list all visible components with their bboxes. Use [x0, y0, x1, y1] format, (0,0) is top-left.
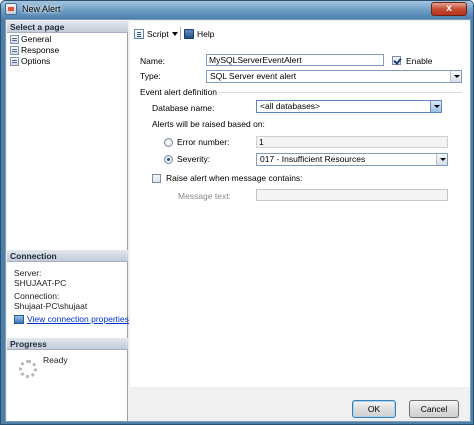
page-icon [10, 46, 19, 55]
server-value: SHUJAAT-PC [14, 278, 67, 288]
ok-button[interactable]: OK [352, 400, 396, 418]
connection-header: Connection [7, 250, 128, 262]
help-label: Help [197, 29, 215, 39]
page-item-response[interactable]: Response [9, 45, 59, 56]
toolbar-separator [180, 27, 181, 40]
severity-select[interactable]: 017 - Insufficient Resources [256, 153, 448, 166]
connection-properties-icon [14, 315, 24, 324]
progress-status: Ready [43, 355, 68, 365]
window-title: New Alert [22, 4, 61, 14]
enable-label: Enable [406, 56, 433, 66]
chevron-down-icon[interactable] [436, 154, 447, 165]
general-page: Script Help Name: MySQLServerEventAlert … [130, 21, 470, 387]
name-input[interactable]: MySQLServerEventAlert [206, 54, 384, 66]
chevron-down-icon [171, 32, 178, 36]
progress-header: Progress [7, 338, 128, 350]
type-select[interactable]: SQL Server event alert [206, 70, 462, 83]
help-icon [184, 29, 194, 39]
error-number-input[interactable]: 1 [256, 136, 448, 148]
severity-radio[interactable] [164, 155, 173, 164]
message-text-input[interactable] [256, 189, 448, 201]
name-label: Name: [140, 56, 166, 66]
page-icon [10, 35, 19, 44]
help-button[interactable]: Help [184, 28, 214, 40]
select-page-header: Select a page [7, 21, 128, 33]
connection-value: Shujaat-PC\shujaat [14, 301, 88, 311]
server-label: Server: [14, 268, 42, 278]
enable-checkbox[interactable] [392, 56, 401, 65]
chevron-down-icon[interactable] [430, 101, 441, 112]
database-name-select[interactable]: <all databases> [256, 100, 442, 113]
group-divider [218, 92, 462, 93]
page-item-general[interactable]: General [9, 34, 51, 45]
progress-spinner-icon [19, 360, 37, 378]
left-pane: Select a page General Response Options C… [7, 21, 129, 421]
view-connection-properties-label: View connection properties [27, 314, 129, 324]
raise-alert-checkbox[interactable] [152, 174, 161, 183]
dialog-client-area: Select a page General Response Options C… [5, 19, 471, 422]
severity-label: Severity: [177, 154, 211, 164]
title-bar[interactable]: New Alert x [1, 1, 473, 18]
type-label: Type: [140, 71, 161, 81]
alerts-raised-label: Alerts will be raised based on: [152, 119, 265, 129]
cancel-button[interactable]: Cancel [409, 400, 459, 418]
error-number-label: Error number: [177, 137, 230, 147]
error-number-radio[interactable] [164, 138, 173, 147]
script-icon [134, 29, 144, 39]
close-button[interactable]: x [431, 2, 467, 16]
message-text-label: Message text: [178, 191, 231, 201]
new-alert-window: New Alert x Select a page General Respon… [0, 0, 474, 425]
page-item-label: Response [21, 45, 60, 55]
toolbar: Script Help [130, 21, 470, 43]
raise-alert-label: Raise alert when message contains: [166, 173, 303, 183]
view-connection-properties-link[interactable]: View connection properties [14, 314, 129, 324]
script-label: Script [147, 29, 169, 39]
page-item-label: General [21, 34, 52, 44]
script-button[interactable]: Script [134, 28, 178, 40]
database-name-label: Database name: [152, 103, 215, 113]
event-alert-definition-label: Event alert definition [140, 87, 218, 97]
alert-window-icon [5, 3, 17, 15]
severity-select-value: 017 - Insufficient Resources [260, 154, 366, 164]
type-select-value: SQL Server event alert [210, 71, 297, 81]
connection-label: Connection: [14, 291, 60, 301]
page-icon [10, 57, 19, 66]
page-item-label: Options [21, 56, 51, 66]
page-item-options[interactable]: Options [9, 56, 50, 67]
chevron-down-icon[interactable] [450, 71, 461, 82]
database-name-value: <all databases> [260, 101, 321, 111]
